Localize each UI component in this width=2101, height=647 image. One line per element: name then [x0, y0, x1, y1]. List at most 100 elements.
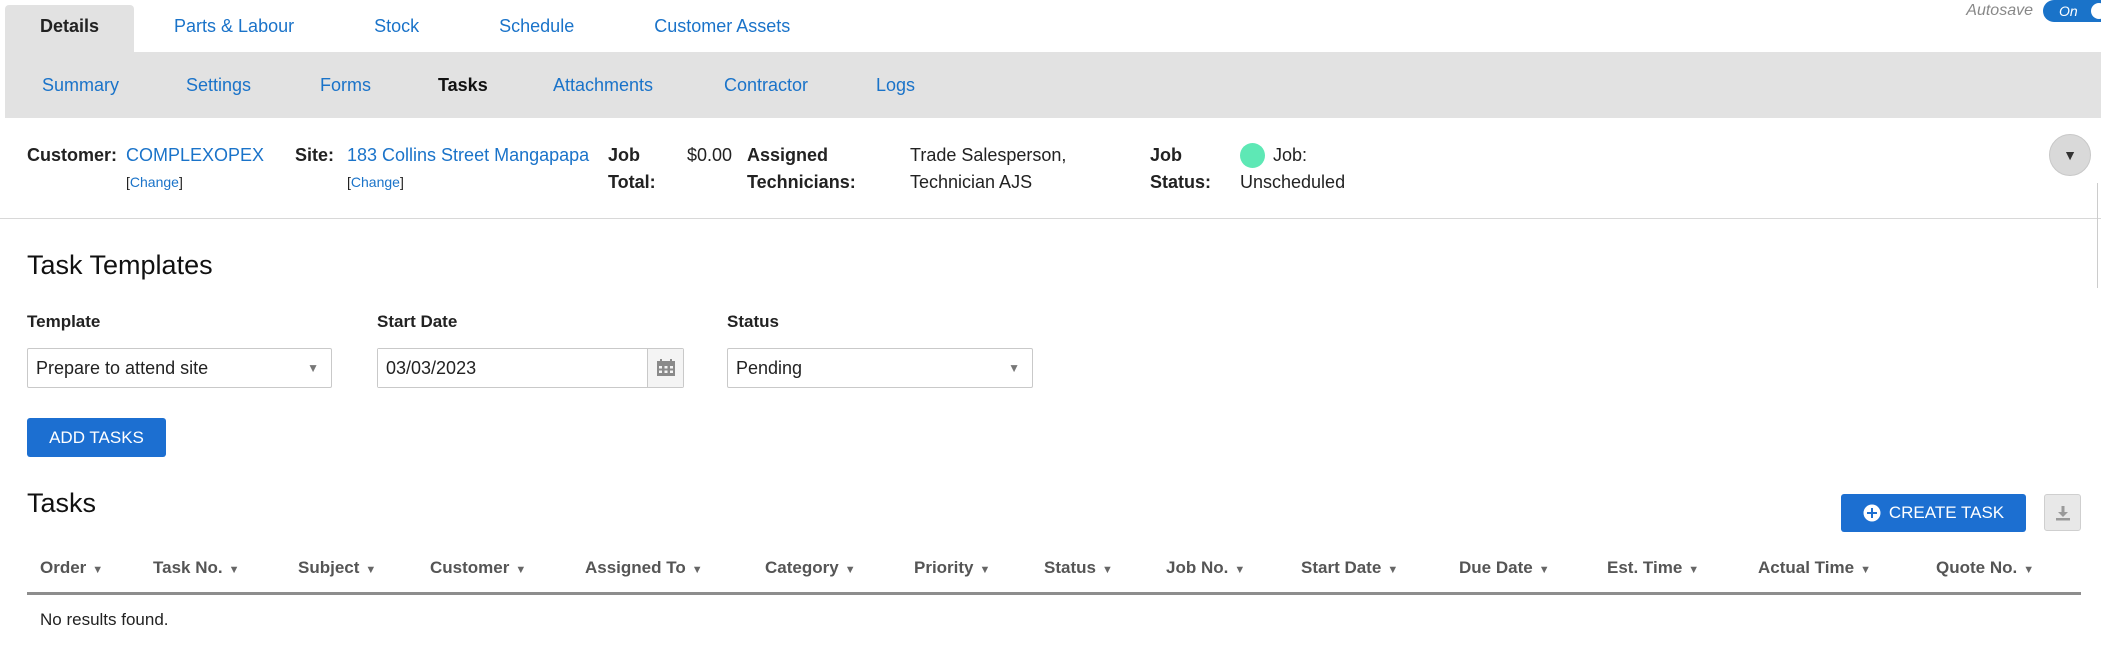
col-due-date[interactable]: Due Date ▼ — [1459, 549, 1550, 589]
add-tasks-label: ADD TASKS — [49, 427, 144, 447]
start-date-label: Start Date — [377, 312, 458, 331]
tab-customer-assets[interactable]: Customer Assets — [614, 5, 830, 52]
tab-parts-labour[interactable]: Parts & Labour — [134, 5, 334, 52]
job-status-value-2: Unscheduled — [1240, 172, 1346, 192]
col-status[interactable]: Status ▼ — [1044, 549, 1113, 589]
calendar-icon — [656, 359, 675, 376]
customer-change-link[interactable]: Change — [130, 174, 179, 190]
col-est-time[interactable]: Est. Time ▼ — [1607, 549, 1699, 589]
start-date-input[interactable] — [378, 349, 648, 387]
assigned-value: Trade Salesperson, — [910, 145, 1067, 165]
col-job-no[interactable]: Job No. ▼ — [1166, 549, 1245, 589]
customer-link[interactable]: COMPLEXOPEX — [126, 142, 264, 169]
subtab-summary[interactable]: Summary — [42, 75, 119, 96]
col-label: Due Date — [1459, 558, 1533, 577]
col-customer[interactable]: Customer ▼ — [430, 549, 526, 589]
col-category[interactable]: Category ▼ — [765, 549, 856, 589]
toggle-knob — [2091, 3, 2101, 19]
col-start-date[interactable]: Start Date ▼ — [1301, 549, 1398, 589]
job-status-value: Job: — [1273, 145, 1308, 165]
status-indicator — [1240, 143, 1265, 168]
col-label: Quote No. — [1936, 558, 2018, 577]
col-quote-no[interactable]: Quote No. ▼ — [1936, 549, 2034, 589]
side-panel-edge — [2097, 183, 2101, 288]
col-label: Est. Time — [1607, 558, 1683, 577]
subtab-attachments[interactable]: Attachments — [553, 75, 653, 96]
start-date-field — [377, 348, 684, 388]
autosave-toggle[interactable]: On — [2043, 0, 2101, 22]
autosave-control: Autosave On — [1966, 0, 2101, 22]
col-assigned-to[interactable]: Assigned To ▼ — [585, 549, 703, 589]
subtab-logs[interactable]: Logs — [876, 75, 915, 96]
job-status-label-2: Status: — [1150, 172, 1212, 192]
col-label: Customer — [430, 558, 510, 577]
site-link[interactable]: 183 Collins Street Mangapapa — [347, 142, 589, 169]
sort-down-icon: ▼ — [1387, 564, 1399, 576]
sort-down-icon: ▼ — [515, 564, 527, 576]
subtab-contractor[interactable]: Contractor — [724, 75, 808, 96]
download-icon — [2055, 505, 2070, 520]
sort-down-icon: ▼ — [979, 564, 991, 576]
sort-down-icon: ▼ — [2023, 564, 2035, 576]
status-select[interactable]: Pending ▼ — [727, 348, 1033, 388]
col-task-no[interactable]: Task No. ▼ — [153, 549, 239, 589]
add-tasks-button[interactable]: ADD TASKS — [27, 418, 166, 457]
subtab-tasks[interactable]: Tasks — [438, 75, 488, 96]
tab-stock[interactable]: Stock — [334, 5, 459, 52]
col-label: Subject — [298, 558, 360, 577]
plus-circle-icon — [1863, 504, 1881, 522]
assigned-label-2: Technicians: — [747, 172, 856, 192]
autosave-toggle-text: On — [2059, 3, 2078, 19]
template-label: Template — [27, 312, 101, 331]
status-select-value: Pending — [736, 358, 803, 378]
export-button[interactable] — [2044, 494, 2081, 531]
calendar-button[interactable] — [647, 349, 683, 387]
template-select-value: Prepare to attend site — [36, 358, 209, 378]
col-order[interactable]: Order ▼ — [40, 549, 103, 589]
sort-down-icon: ▼ — [228, 564, 240, 576]
sort-down-icon: ▼ — [1538, 564, 1550, 576]
job-status-label: Job — [1150, 145, 1183, 165]
job-total-value: $0.00 — [687, 145, 733, 165]
tasks-heading: Tasks — [27, 488, 97, 518]
sort-down-icon: ▼ — [1860, 564, 1871, 576]
empty-state-text: No results found. — [40, 610, 169, 629]
site-change-link[interactable]: Change — [351, 174, 400, 190]
triangle-down-icon: ▼ — [2063, 147, 2077, 163]
create-task-button[interactable]: CREATE TASK — [1841, 494, 2026, 532]
col-label: Priority — [914, 558, 974, 577]
top-tab-bar: Details Parts & Labour Stock Schedule Cu… — [5, 5, 830, 52]
tab-schedule[interactable]: Schedule — [459, 5, 614, 52]
col-label: Task No. — [153, 558, 223, 577]
template-select[interactable]: Prepare to attend site ▼ — [27, 348, 332, 388]
col-label: Start Date — [1301, 558, 1382, 577]
caret-down-icon: ▼ — [307, 361, 319, 375]
subtab-forms[interactable]: Forms — [320, 75, 371, 96]
customer-change: [Change] — [126, 174, 183, 190]
sort-down-icon: ▼ — [1234, 564, 1246, 576]
col-subject[interactable]: Subject ▼ — [298, 549, 376, 589]
col-priority[interactable]: Priority ▼ — [914, 549, 990, 589]
sort-down-icon: ▼ — [1688, 564, 1700, 576]
autosave-label: Autosave — [1966, 2, 2033, 19]
sub-tab-bar: Summary Settings Forms Tasks Attachments… — [5, 52, 2101, 118]
assigned-value-2: Technician AJS — [910, 172, 1033, 192]
col-actual-time[interactable]: Actual Time ▼ — [1758, 549, 1871, 589]
col-label: Assigned To — [585, 558, 686, 577]
assigned-label: Assigned — [747, 145, 829, 165]
tab-details[interactable]: Details — [5, 5, 135, 52]
tasks-table-header: Order ▼ Task No. ▼ Subject ▼ Customer ▼ Assi… — [27, 549, 2081, 595]
sort-down-icon: ▼ — [844, 564, 856, 576]
sort-down-icon: ▼ — [92, 564, 104, 576]
sort-down-icon: ▼ — [1101, 564, 1113, 576]
job-info-strip: Customer: COMPLEXOPEX [Change] Site: 183… — [0, 118, 2101, 219]
subtab-settings[interactable]: Settings — [186, 75, 251, 96]
status-label: Status — [727, 312, 779, 331]
collapse-info-button[interactable]: ▼ — [2049, 134, 2091, 176]
site-change: [Change] — [347, 174, 404, 190]
col-label: Order — [40, 558, 87, 577]
create-task-label: CREATE TASK — [1888, 503, 2005, 522]
sort-down-icon: ▼ — [691, 564, 703, 576]
job-total-label: Job — [608, 145, 641, 165]
sort-down-icon: ▼ — [365, 564, 377, 576]
